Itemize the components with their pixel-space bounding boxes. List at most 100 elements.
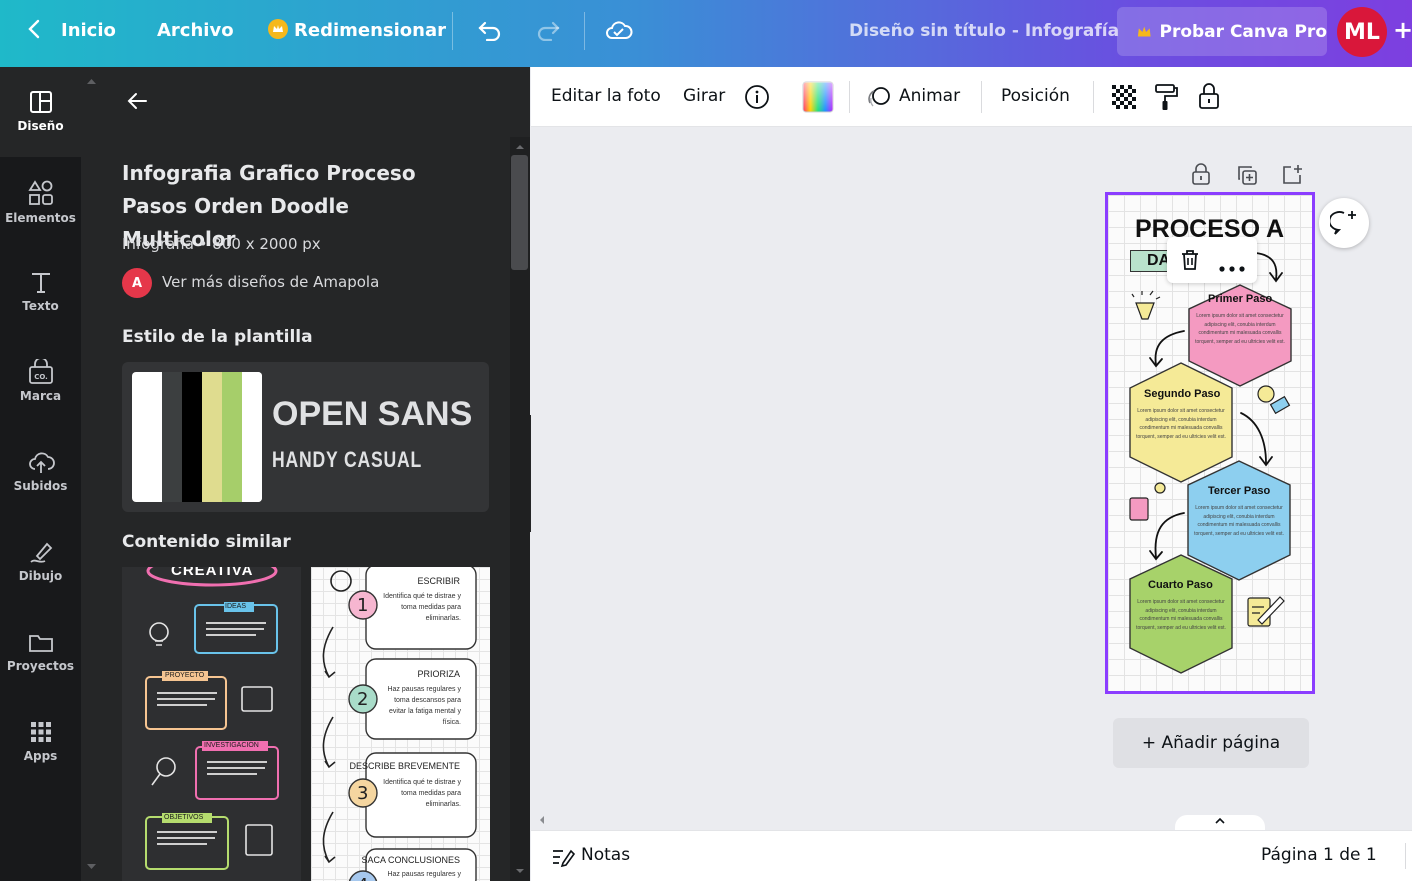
divider (849, 81, 850, 113)
lock-icon[interactable] (1198, 82, 1220, 115)
rail-item-apps[interactable]: Apps (0, 697, 81, 787)
left-rail: Diseño Elementos Texto CO. Marca Subidos… (0, 67, 81, 881)
notes-button[interactable]: Notas (581, 845, 630, 865)
rail-item-projects[interactable]: Proyectos (0, 607, 81, 697)
add-comment-button[interactable] (1319, 198, 1369, 248)
notes-icon[interactable] (551, 846, 576, 873)
edit-photo-button[interactable]: Editar la foto (551, 86, 661, 106)
svg-text:CO.: CO. (34, 373, 48, 381)
context-toolbar: Editar la foto Girar Animar Posición (531, 67, 1412, 127)
thumb-label: PROYECTO (165, 672, 205, 679)
step-text[interactable]: Lorem ipsum dolor sit amet consectetur a… (1135, 598, 1227, 632)
rail-item-text[interactable]: Texto (0, 247, 81, 337)
rail-label: Dibujo (18, 569, 63, 583)
paint-roller-icon[interactable] (1153, 83, 1179, 116)
step-title[interactable]: Cuarto Paso (1148, 579, 1213, 591)
divider (1093, 81, 1094, 113)
panel-scroll-thumb[interactable] (511, 155, 528, 270)
try-pro-button[interactable]: Probar Canva Pro (1117, 7, 1327, 56)
horizontal-scrollbar[interactable] (531, 808, 1412, 830)
rail-item-elements[interactable]: Elementos (0, 157, 81, 247)
show-pages-tab[interactable] (1175, 815, 1265, 831)
brand-icon: CO. (28, 359, 53, 384)
comment-plus-icon (1330, 211, 1356, 235)
rail-label: Diseño (17, 119, 64, 133)
thumb-label: INVESTIGACIÓN (204, 742, 259, 749)
page-lock-icon[interactable] (1191, 163, 1211, 189)
add-page-icon[interactable] (1281, 163, 1303, 189)
author-avatar[interactable]: A (122, 268, 152, 298)
rail-item-brand[interactable]: CO. Marca (0, 337, 81, 427)
template-detail-panel: Infografia Grafico Proceso Pasos Orden D… (102, 67, 530, 881)
shapes-icon (27, 180, 53, 205)
animate-icon[interactable] (866, 85, 892, 114)
avatar[interactable]: ML (1337, 7, 1387, 57)
similar-heading: Contenido similar (122, 532, 291, 552)
undo-icon[interactable] (477, 19, 503, 46)
step-text[interactable]: Lorem ipsum dolor sit amet consectetur a… (1135, 407, 1227, 441)
author-link[interactable]: Ver más diseños de Amapola (162, 273, 379, 291)
swatch (242, 372, 262, 502)
rail-item-draw[interactable]: Dibujo (0, 517, 81, 607)
position-button[interactable]: Posición (1001, 86, 1070, 106)
color-swatches (132, 372, 262, 502)
crown-icon (268, 19, 288, 44)
step-text[interactable]: Lorem ipsum dolor sit amet consectetur a… (1194, 312, 1286, 346)
step-text[interactable]: Lorem ipsum dolor sit amet consectetur a… (1193, 504, 1285, 538)
footer-bar: Notas Página 1 de 1 (531, 830, 1412, 881)
info-icon[interactable] (744, 84, 770, 115)
layout-icon (29, 91, 52, 113)
thumb-label: OBJETIVOS (164, 814, 204, 821)
chevron-up-icon (1215, 817, 1225, 824)
step-number: 1 (357, 595, 369, 616)
more-options-icon[interactable] (1219, 257, 1245, 276)
step-text: Haz pausas regulares y toma descansos pa… (387, 686, 461, 726)
step-text: Haz pausas regulares y (387, 871, 461, 878)
step-text: Identifica qué te distrae y toma medidas… (383, 779, 461, 808)
draw-icon (29, 542, 52, 563)
trash-icon[interactable] (1179, 248, 1201, 276)
text-icon (31, 273, 50, 293)
step-title[interactable]: Tercer Paso (1208, 485, 1270, 497)
back-arrow-icon[interactable] (126, 91, 148, 115)
step-title[interactable]: Segundo Paso (1144, 388, 1220, 400)
apps-grid-icon (30, 722, 51, 742)
home-button[interactable]: Inicio (61, 20, 116, 41)
upload-cloud-icon (28, 452, 55, 473)
style-heading: Estilo de la plantilla (122, 327, 313, 347)
template-style-card[interactable]: OPEN SANS HANDY CASUAL (122, 362, 489, 512)
similar-template-thumbnail[interactable]: 1 2 3 4 ESCRIBIR Identifica qué te distr… (311, 567, 490, 881)
step-title[interactable]: Primer Paso (1208, 293, 1272, 305)
file-menu-button[interactable]: Archivo (157, 20, 234, 41)
rail-label: Apps (23, 749, 58, 763)
resize-button[interactable]: Redimensionar (294, 20, 446, 41)
color-picker-icon[interactable] (802, 81, 834, 118)
divider (584, 12, 585, 50)
back-chevron-icon[interactable] (27, 18, 41, 45)
rail-label: Marca (19, 389, 62, 403)
crown-icon (1137, 26, 1151, 37)
document-title[interactable]: Diseño sin título - Infografía (849, 21, 1119, 41)
rail-scrollbar[interactable] (81, 67, 102, 881)
primary-font-sample: OPEN SANS (272, 395, 473, 433)
plus-icon[interactable]: + (1393, 16, 1412, 44)
rotate-button[interactable]: Girar (683, 86, 725, 106)
rail-item-uploads[interactable]: Subidos (0, 427, 81, 517)
transparency-icon[interactable] (1111, 84, 1137, 115)
page-indicator[interactable]: Página 1 de 1 (1261, 845, 1377, 865)
swatch (222, 372, 242, 502)
step-title: PRIORIZA (417, 669, 460, 679)
swatch (142, 372, 162, 502)
step-number: 2 (357, 689, 369, 710)
step-number: 4 (357, 875, 368, 881)
duplicate-page-icon[interactable] (1236, 164, 1258, 190)
divider (452, 12, 453, 50)
similar-template-thumbnail[interactable]: CREATIVA IDEAS PROYECTO INVESTIGACIÓN OB… (122, 567, 301, 881)
animate-button[interactable]: Animar (899, 86, 960, 106)
add-page-button[interactable]: + Añadir página (1113, 718, 1309, 768)
cloud-saved-icon[interactable] (605, 19, 633, 48)
rail-item-design[interactable]: Diseño (0, 67, 81, 157)
swatch (202, 372, 222, 502)
rail-label: Texto (22, 299, 59, 313)
redo-icon[interactable] (535, 19, 561, 46)
